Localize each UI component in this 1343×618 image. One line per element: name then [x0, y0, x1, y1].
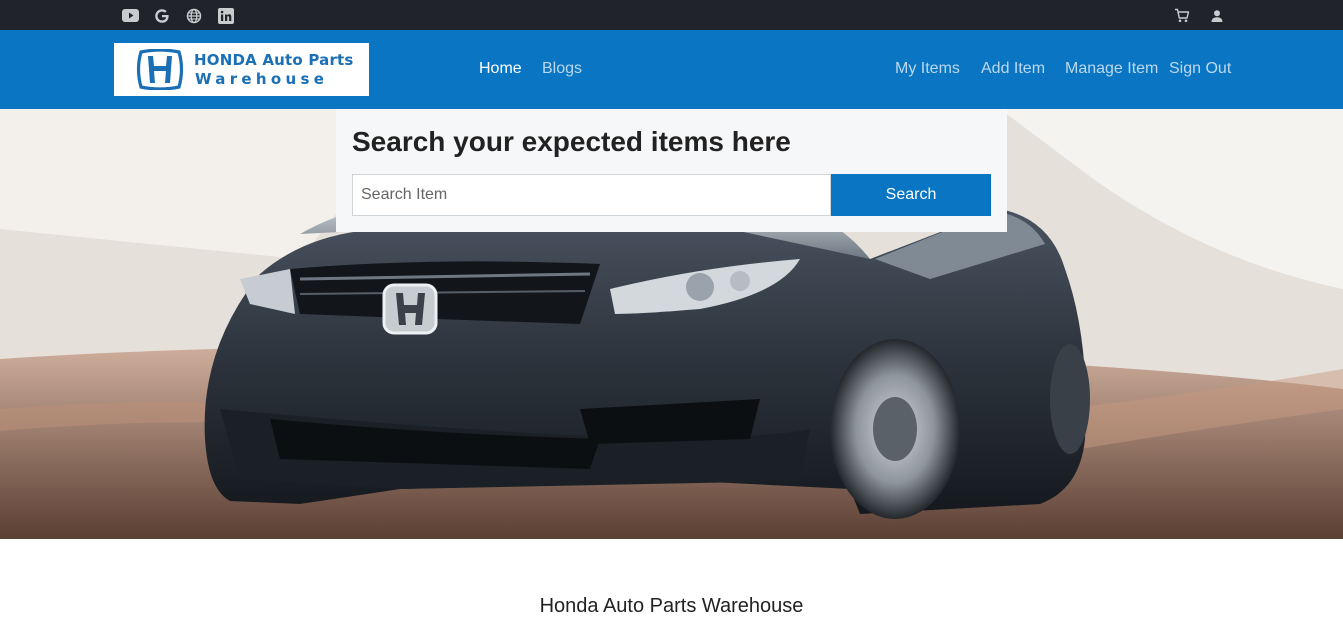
user-icon[interactable]: [1208, 7, 1226, 24]
search-panel: Search your expected items here Search: [336, 109, 1007, 232]
cart-icon[interactable]: [1173, 7, 1191, 24]
nav-home[interactable]: Home: [479, 60, 522, 78]
social-links: [121, 7, 235, 24]
brand-line1: HONDA Auto Parts: [194, 51, 354, 69]
main-navbar: HONDA Auto Parts Warehouse Home Blogs My…: [0, 30, 1343, 109]
top-utility-bar: [0, 0, 1343, 30]
brand-logo[interactable]: HONDA Auto Parts Warehouse: [114, 43, 369, 96]
search-heading: Search your expected items here: [352, 126, 791, 157]
nav-add-item[interactable]: Add Item: [981, 60, 1045, 78]
honda-logo-icon: [136, 49, 184, 90]
search-button[interactable]: Search: [831, 174, 991, 216]
search-input[interactable]: [352, 174, 831, 216]
nav-my-items[interactable]: My Items: [895, 60, 960, 78]
account-links: [1173, 7, 1226, 24]
brand-line2: Warehouse: [195, 70, 329, 88]
google-icon[interactable]: [153, 7, 171, 24]
nav-sign-out[interactable]: Sign Out: [1169, 60, 1231, 78]
linkedin-icon[interactable]: [217, 7, 235, 24]
globe-icon[interactable]: [185, 7, 203, 24]
nav-manage-item[interactable]: Manage Item: [1065, 60, 1158, 78]
youtube-icon[interactable]: [121, 7, 139, 24]
nav-blogs[interactable]: Blogs: [542, 60, 582, 78]
